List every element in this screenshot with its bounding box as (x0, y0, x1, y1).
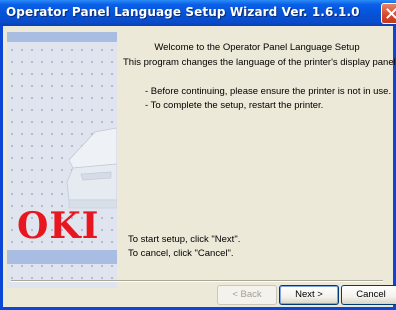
note-printer-not-in-use: - Before continuing, please ensure the p… (145, 86, 392, 97)
wizard-content: OKI Welcome to the Operator Panel Langua… (3, 26, 396, 307)
title-bar[interactable]: Operator Panel Language Setup Wizard Ver… (0, 0, 396, 26)
close-icon (386, 8, 396, 19)
side-banner: OKI (7, 32, 117, 288)
window-title: Operator Panel Language Setup Wizard Ver… (6, 5, 360, 19)
welcome-title: Welcome to the Operator Panel Language S… (154, 42, 360, 53)
oki-logo: OKI (17, 205, 100, 247)
note-restart-printer: - To complete the setup, restart the pri… (145, 100, 324, 111)
instruction-cancel: To cancel, click "Cancel". (128, 248, 234, 259)
welcome-description: This program changes the language of the… (123, 57, 396, 68)
back-button[interactable]: < Back (217, 285, 277, 305)
divider (11, 280, 383, 282)
side-band-bottom (7, 250, 117, 264)
wizard-window: Operator Panel Language Setup Wizard Ver… (0, 0, 396, 310)
instruction-start: To start setup, click "Next". (128, 234, 241, 245)
close-button[interactable] (381, 3, 396, 24)
cancel-button[interactable]: Cancel (341, 285, 396, 305)
next-button[interactable]: Next > (279, 285, 339, 305)
